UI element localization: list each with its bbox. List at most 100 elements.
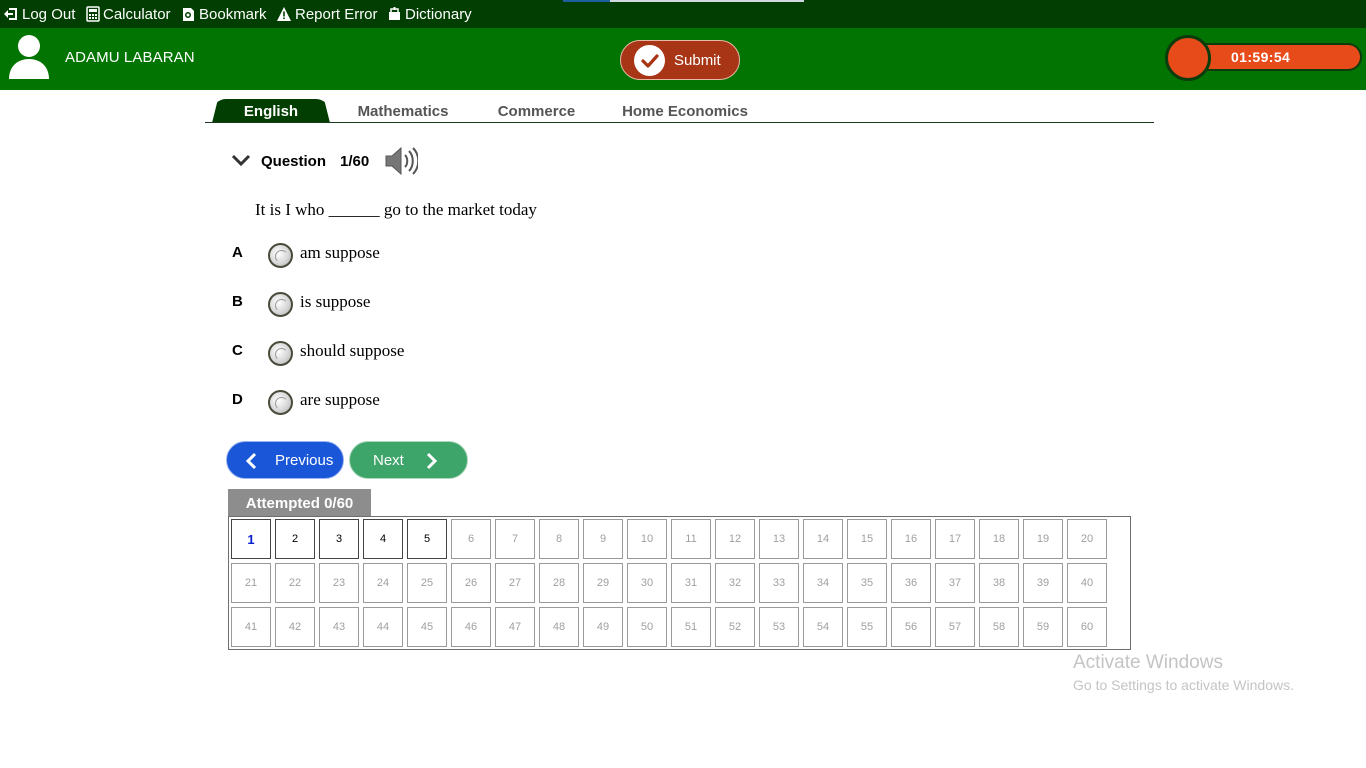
- loading-strip-fill: [563, 0, 610, 2]
- tab-commerce[interactable]: Commerce: [486, 99, 587, 123]
- question-grid: 1 2 3 4 5 6 7 8 9 10 11 12 13 14 15 16 17 18 19 20 21 22 23 24 2…: [228, 516, 1131, 650]
- question-cell-10[interactable]: 10: [627, 519, 667, 559]
- option-b-radio[interactable]: [268, 292, 293, 317]
- option-a-radio[interactable]: [268, 243, 293, 268]
- question-cell-43[interactable]: 43: [319, 607, 359, 647]
- option-d-text[interactable]: are suppose: [300, 390, 380, 410]
- submit-button[interactable]: Submit: [620, 40, 740, 80]
- question-cell-33[interactable]: 33: [759, 563, 799, 603]
- option-d-radio[interactable]: [268, 390, 293, 415]
- next-button[interactable]: Next: [349, 441, 468, 479]
- question-cell-44[interactable]: 44: [363, 607, 403, 647]
- question-cell-21[interactable]: 21: [231, 563, 271, 603]
- bookmark-icon: [181, 6, 196, 22]
- option-b-text[interactable]: is suppose: [300, 292, 370, 312]
- tab-english[interactable]: English: [212, 99, 330, 123]
- question-cell-22[interactable]: 22: [275, 563, 315, 603]
- question-cell-55[interactable]: 55: [847, 607, 887, 647]
- question-cell-13[interactable]: 13: [759, 519, 799, 559]
- question-cell-16[interactable]: 16: [891, 519, 931, 559]
- question-cell-31[interactable]: 31: [671, 563, 711, 603]
- question-cell-54[interactable]: 54: [803, 607, 843, 647]
- question-cell-37[interactable]: 37: [935, 563, 975, 603]
- option-c-letter: C: [232, 342, 243, 359]
- submit-label: Submit: [674, 52, 721, 69]
- option-b-letter: B: [232, 293, 243, 310]
- question-cell-60[interactable]: 60: [1067, 607, 1107, 647]
- question-cell-30[interactable]: 30: [627, 563, 667, 603]
- logout-label: Log Out: [22, 5, 76, 23]
- question-cell-20[interactable]: 20: [1067, 519, 1107, 559]
- previous-button[interactable]: Previous: [226, 441, 344, 479]
- question-cell-1[interactable]: 1: [231, 519, 271, 559]
- question-cell-25[interactable]: 25: [407, 563, 447, 603]
- question-cell-24[interactable]: 24: [363, 563, 403, 603]
- question-cell-47[interactable]: 47: [495, 607, 535, 647]
- option-c-radio[interactable]: [268, 341, 293, 366]
- question-cell-29[interactable]: 29: [583, 563, 623, 603]
- question-cell-4[interactable]: 4: [363, 519, 403, 559]
- question-cell-42[interactable]: 42: [275, 607, 315, 647]
- calculator-button[interactable]: Calculator: [86, 0, 171, 28]
- question-cell-58[interactable]: 58: [979, 607, 1019, 647]
- question-cell-14[interactable]: 14: [803, 519, 843, 559]
- question-cell-18[interactable]: 18: [979, 519, 1019, 559]
- option-d-letter: D: [232, 391, 243, 408]
- previous-label: Previous: [275, 452, 334, 469]
- question-cell-56[interactable]: 56: [891, 607, 931, 647]
- question-cell-49[interactable]: 49: [583, 607, 623, 647]
- question-cell-6[interactable]: 6: [451, 519, 491, 559]
- question-cell-40[interactable]: 40: [1067, 563, 1107, 603]
- question-cell-9[interactable]: 9: [583, 519, 623, 559]
- question-cell-17[interactable]: 17: [935, 519, 975, 559]
- report-error-label: Report Error: [295, 5, 378, 23]
- question-cell-45[interactable]: 45: [407, 607, 447, 647]
- question-label: Question: [261, 153, 327, 170]
- avatar-icon: [8, 33, 50, 79]
- question-cell-38[interactable]: 38: [979, 563, 1019, 603]
- question-cell-35[interactable]: 35: [847, 563, 887, 603]
- chevron-down-icon[interactable]: [231, 153, 251, 167]
- question-cell-41[interactable]: 41: [231, 607, 271, 647]
- question-cell-3[interactable]: 3: [319, 519, 359, 559]
- option-c-text[interactable]: should suppose: [300, 341, 404, 361]
- question-cell-57[interactable]: 57: [935, 607, 975, 647]
- speaker-icon[interactable]: [384, 146, 420, 176]
- question-cell-27[interactable]: 27: [495, 563, 535, 603]
- question-cell-48[interactable]: 48: [539, 607, 579, 647]
- tab-home-economics[interactable]: Home Economics: [612, 99, 758, 123]
- dictionary-icon: [387, 6, 402, 22]
- question-cell-59[interactable]: 59: [1023, 607, 1063, 647]
- bookmark-label: Bookmark: [199, 5, 267, 23]
- question-cell-15[interactable]: 15: [847, 519, 887, 559]
- logout-button[interactable]: Log Out: [3, 0, 75, 28]
- question-cell-2[interactable]: 2: [275, 519, 315, 559]
- report-error-button[interactable]: Report Error: [276, 0, 378, 28]
- question-cell-34[interactable]: 34: [803, 563, 843, 603]
- question-cell-53[interactable]: 53: [759, 607, 799, 647]
- option-a-text[interactable]: am suppose: [300, 243, 380, 263]
- question-cell-26[interactable]: 26: [451, 563, 491, 603]
- calculator-label: Calculator: [103, 5, 171, 23]
- question-cell-46[interactable]: 46: [451, 607, 491, 647]
- question-cell-12[interactable]: 12: [715, 519, 755, 559]
- chevron-left-icon: [245, 452, 257, 470]
- loading-strip: [563, 0, 804, 2]
- tab-mathematics[interactable]: Mathematics: [344, 99, 462, 123]
- question-cell-5[interactable]: 5: [407, 519, 447, 559]
- question-cell-7[interactable]: 7: [495, 519, 535, 559]
- question-cell-23[interactable]: 23: [319, 563, 359, 603]
- question-cell-50[interactable]: 50: [627, 607, 667, 647]
- question-cell-52[interactable]: 52: [715, 607, 755, 647]
- question-cell-36[interactable]: 36: [891, 563, 931, 603]
- bookmark-button[interactable]: Bookmark: [181, 0, 267, 28]
- question-cell-8[interactable]: 8: [539, 519, 579, 559]
- question-cell-19[interactable]: 19: [1023, 519, 1063, 559]
- question-cell-32[interactable]: 32: [715, 563, 755, 603]
- question-cell-11[interactable]: 11: [671, 519, 711, 559]
- dictionary-button[interactable]: Dictionary: [387, 0, 472, 28]
- question-cell-51[interactable]: 51: [671, 607, 711, 647]
- question-cell-28[interactable]: 28: [539, 563, 579, 603]
- tabs-divider: [205, 122, 1154, 123]
- question-cell-39[interactable]: 39: [1023, 563, 1063, 603]
